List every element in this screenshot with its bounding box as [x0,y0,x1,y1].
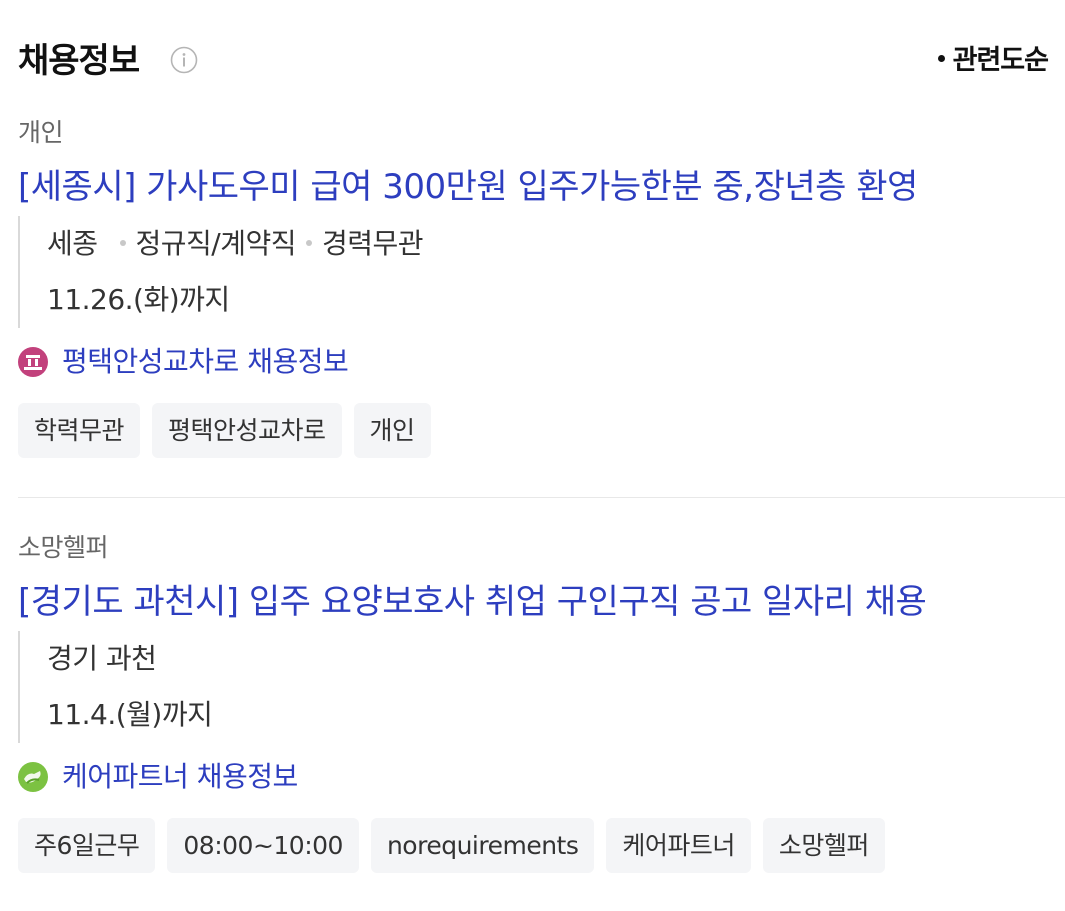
tag[interactable]: 개인 [353,403,431,458]
job-source: 소망헬퍼 [18,533,109,562]
tag[interactable]: 평택안성교차로 [152,403,342,458]
job-location: 경기 과천 [47,642,157,675]
company-link[interactable]: 케어파트너 채용정보 [18,757,1065,797]
job-title-link[interactable]: [세종시] 가사도우미 급여 300만원 입주가능한분 중,장년층 환영 [18,164,1065,210]
job-employment-type: 정규직/계약직 [135,227,297,260]
tag[interactable]: 소망헬퍼 [762,818,885,873]
separator-dot [306,240,313,246]
divider [18,497,1065,498]
tag-list: 주6일근무 08:00~10:00 norequirements 케어파트너 소… [18,818,1065,873]
job-deadline: 11.26.(화)까지 [47,283,230,316]
job-deadline: 11.4.(월)까지 [47,698,213,731]
tag[interactable]: 케어파트너 [606,818,751,873]
tag-list: 학력무관 평택안성교차로 개인 [18,403,1065,458]
company-name: 케어파트너 채용정보 [62,760,298,793]
section-title: 채용정보 [18,41,140,81]
job-location: 세종 [47,227,98,260]
company-name: 평택안성교차로 채용정보 [62,345,349,378]
job-source: 개인 [18,118,64,147]
job-meta: 경기 과천 11.4.(월)까지 [18,631,1065,743]
company-logo-icon [18,347,48,377]
job-item: 개인 [세종시] 가사도우미 급여 300만원 입주가능한분 중,장년층 환영 … [18,118,1065,458]
sort-label: 관련도순 [952,45,1049,76]
tag[interactable]: norequirements [370,818,595,873]
job-title-link[interactable]: [경기도 과천시] 입주 요양보호사 취업 구인구직 공고 일자리 채용 [18,579,1065,625]
info-icon[interactable] [170,46,198,74]
section-header: 채용정보 관련도순 [18,38,1049,86]
job-experience: 경력무관 [322,227,424,260]
job-meta: 세종 정규직/계약직 경력무관 11.26.(화)까지 [18,216,1065,328]
sort-relevance-button[interactable]: 관련도순 [937,38,1049,84]
separator-dot [119,240,126,246]
tag[interactable]: 학력무관 [18,403,141,458]
tag[interactable]: 08:00~10:00 [167,818,359,873]
job-conditions: 세종 정규직/계약직 경력무관 [47,216,1065,272]
company-logo-icon [18,762,48,792]
bullet-icon [937,55,945,62]
tag[interactable]: 주6일근무 [18,818,156,873]
company-link[interactable]: 평택안성교차로 채용정보 [18,342,1065,382]
job-item: 소망헬퍼 [경기도 과천시] 입주 요양보호사 취업 구인구직 공고 일자리 채… [18,533,1065,873]
